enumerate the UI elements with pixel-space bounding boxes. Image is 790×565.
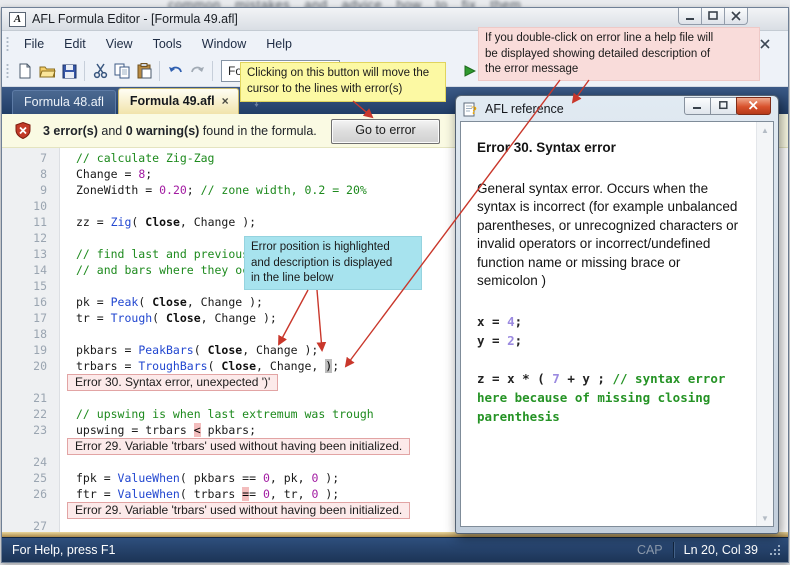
line-number: 13 — [2, 246, 47, 262]
menu-view[interactable]: View — [96, 34, 143, 54]
tab-formula-48[interactable]: Formula 48.afl — [12, 90, 116, 114]
line-number — [2, 374, 47, 390]
undo-button[interactable] — [164, 60, 186, 82]
scroll-down-button[interactable]: ▼ — [757, 510, 773, 526]
line-number: 16 — [2, 294, 47, 310]
help-file-icon: ? — [463, 101, 479, 117]
caps-lock-indicator: CAP — [637, 543, 663, 557]
reference-close-button[interactable] — [736, 97, 771, 115]
scroll-up-button[interactable]: ▲ — [757, 122, 773, 138]
reference-heading: Error 30. Syntax error — [477, 139, 741, 158]
line-number: 19 — [2, 342, 47, 358]
paste-clipboard-icon — [137, 63, 152, 79]
copy-icon — [114, 63, 130, 79]
line-number: 22 — [2, 406, 47, 422]
maximize-icon — [719, 101, 728, 110]
close-icon — [731, 11, 741, 21]
line-number: 23 — [2, 422, 47, 438]
cut-button[interactable] — [89, 60, 111, 82]
status-separator — [673, 542, 674, 558]
toolbar-separator — [159, 61, 160, 81]
save-button[interactable] — [58, 60, 80, 82]
line-number: 25 — [2, 470, 47, 486]
redo-button[interactable] — [186, 60, 208, 82]
reference-body: General syntax error. Occurs when the sy… — [477, 180, 741, 291]
app-icon: A — [9, 12, 26, 27]
status-help-text: For Help, press F1 — [12, 543, 116, 557]
line-number: 17 — [2, 310, 47, 326]
error-summary: 3 error(s) and 0 warning(s) found in the… — [43, 124, 317, 138]
minimize-icon — [685, 11, 695, 21]
tab-formula-49[interactable]: Formula 49.afl × — [118, 88, 239, 114]
reference-window-title: AFL reference — [485, 102, 564, 116]
reference-maximize-button[interactable] — [710, 97, 737, 115]
line-number: 8 — [2, 166, 47, 182]
new-file-icon — [17, 63, 33, 79]
scissors-icon — [93, 63, 108, 79]
menu-help[interactable]: Help — [256, 34, 302, 54]
inline-error-message[interactable]: Error 29. Variable 'trbars' used without… — [67, 502, 410, 519]
menu-window[interactable]: Window — [192, 34, 256, 54]
menu-items: FileEditViewToolsWindowHelp — [14, 34, 302, 54]
window-title: AFL Formula Editor - [Formula 49.afl] — [32, 12, 238, 26]
annotation-go-to-error: Clicking on this button will move the cu… — [240, 62, 446, 102]
status-bar: For Help, press F1 CAP Ln 20, Col 39 — [2, 537, 788, 562]
line-number: 20 — [2, 358, 47, 374]
menu-file[interactable]: File — [14, 34, 54, 54]
line-number: 10 — [2, 198, 47, 214]
reference-scrollbar[interactable]: ▲ ▼ — [756, 122, 773, 526]
undo-icon — [167, 64, 184, 78]
window-close-button[interactable] — [724, 8, 748, 25]
annotation-double-click-help: If you double-click on error line a help… — [478, 27, 760, 81]
new-file-button[interactable] — [14, 60, 36, 82]
tab-label: Formula 49.afl — [130, 94, 215, 108]
line-number: 18 — [2, 326, 47, 342]
line-number: 27 — [2, 518, 47, 532]
line-number: 9 — [2, 182, 47, 198]
line-number: 11 — [2, 214, 47, 230]
minimize-icon — [693, 101, 702, 110]
error-shield-icon — [15, 122, 31, 139]
reference-content[interactable]: Error 30. Syntax error General syntax er… — [460, 121, 774, 527]
cursor-position: Ln 20, Col 39 — [684, 543, 758, 557]
window-maximize-button[interactable] — [701, 8, 725, 25]
annotation-error-position: Error position is highlighted and descri… — [244, 236, 422, 290]
redo-icon — [189, 64, 206, 78]
paste-button[interactable] — [133, 60, 155, 82]
tab-close-icon[interactable]: × — [222, 96, 229, 106]
ref-code: x = 4;y = 2; z = x * ( 7 + y ; // syntax… — [477, 312, 741, 426]
line-number: 26 — [2, 486, 47, 502]
toolbar-separator — [84, 61, 85, 81]
window-minimize-button[interactable] — [678, 8, 702, 25]
svg-text:?: ? — [471, 103, 477, 117]
copy-button[interactable] — [111, 60, 133, 82]
close-icon — [749, 101, 758, 110]
inline-error-message[interactable]: Error 30. Syntax error, unexpected ')' — [67, 374, 278, 391]
run-play-icon — [464, 65, 476, 77]
toolbar-separator — [212, 61, 213, 81]
reference-title-bar: ? AFL reference — [456, 96, 778, 121]
line-number: 12 — [2, 230, 47, 246]
line-number — [2, 438, 47, 454]
toolbar-grip[interactable] — [6, 63, 9, 79]
menu-tools[interactable]: Tools — [143, 34, 192, 54]
open-file-button[interactable] — [36, 60, 58, 82]
line-number: 14 — [2, 262, 47, 278]
document-close-button[interactable] — [760, 39, 770, 49]
line-number — [2, 502, 47, 518]
reference-minimize-button[interactable] — [684, 97, 711, 115]
go-to-error-button[interactable]: Go to error — [331, 119, 440, 144]
line-number: 15 — [2, 278, 47, 294]
afl-reference-window: ? AFL reference Error 30. Syntax error G… — [455, 95, 779, 534]
open-folder-icon — [39, 63, 56, 79]
line-number: 7 — [2, 150, 47, 166]
menu-edit[interactable]: Edit — [54, 34, 96, 54]
inline-error-message[interactable]: Error 29. Variable 'trbars' used without… — [67, 438, 410, 455]
resize-grip[interactable] — [768, 543, 782, 557]
line-number: 21 — [2, 390, 47, 406]
line-number: 24 — [2, 454, 47, 470]
save-floppy-icon — [62, 64, 77, 79]
menubar-grip[interactable] — [6, 36, 9, 52]
maximize-icon — [708, 11, 718, 21]
